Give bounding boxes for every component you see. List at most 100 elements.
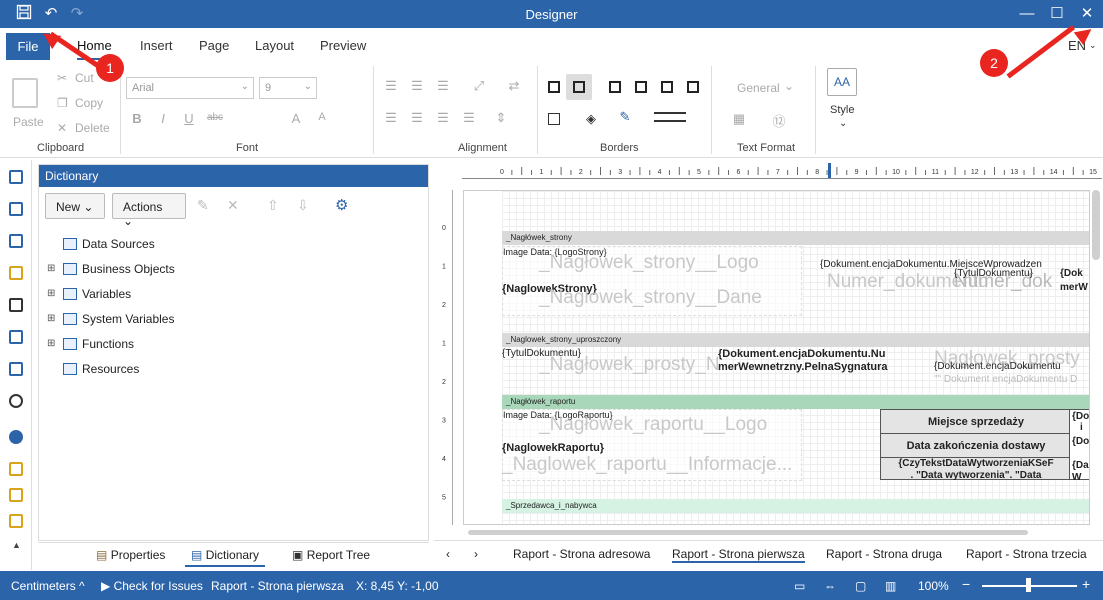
fill-color-icon[interactable]: ◈ [582, 111, 600, 127]
table-column[interactable]: {Do i {Do {Da W [1069, 409, 1089, 483]
align-center-icon[interactable]: ☰ [408, 110, 426, 126]
border-none-icon[interactable] [548, 113, 560, 125]
map-icon[interactable] [9, 430, 23, 444]
check-issues-button[interactable]: ▶ Check for Issues [101, 579, 203, 593]
border-outside-icon[interactable] [573, 81, 585, 93]
settings-gear-icon[interactable]: ⚙ [335, 196, 348, 214]
expand-icon[interactable]: ⊞ [47, 263, 55, 274]
align-justify-icon[interactable]: ☰ [460, 110, 478, 126]
multi-page-icon[interactable]: ▥ [885, 579, 896, 593]
grow-font-button[interactable]: A [287, 111, 305, 126]
tree-item[interactable]: System Variables [82, 312, 174, 326]
close-icon[interactable]: ✕ [1077, 4, 1097, 24]
zoom-slider-thumb[interactable] [1026, 578, 1031, 592]
barcode-icon[interactable] [9, 298, 23, 312]
report-header-text[interactable]: {NaglowekRaportu} [502, 442, 604, 454]
maximize-icon[interactable]: ☐ [1047, 4, 1067, 24]
tab-dictionary[interactable]: ▤ Dictionary [185, 545, 266, 567]
cut-icon[interactable]: ✂ [57, 71, 67, 85]
units-selector[interactable]: Centimeters ^ [11, 579, 85, 593]
copy-icon[interactable]: ❐ [57, 96, 68, 110]
bold-button[interactable]: B [128, 111, 146, 126]
document-field[interactable]: "" Dokument encjaDokumentu D [934, 374, 1077, 385]
actions-button[interactable]: Actions ⌄ [112, 193, 186, 228]
border-color-icon[interactable]: ✎ [616, 109, 634, 125]
number-format-icon[interactable]: ⑫ [770, 111, 788, 130]
toolbox-icon[interactable] [9, 330, 23, 344]
zoom-in-button[interactable]: + [1082, 576, 1090, 592]
prev-page-icon[interactable]: ‹ [446, 547, 450, 561]
toolbox-icon[interactable] [9, 462, 23, 476]
band-simple-header[interactable]: _Naglowek_strony_uproszczony [502, 333, 1089, 347]
tab-page[interactable]: Page [199, 38, 229, 53]
chevron-down-icon[interactable]: ⌄ [1089, 40, 1097, 51]
align-left-icon[interactable]: ☰ [382, 110, 400, 126]
tab-layout[interactable]: Layout [255, 38, 294, 53]
text-rotation-icon[interactable]: ⤢ [470, 78, 488, 94]
edit-icon[interactable]: ✎ [197, 197, 209, 214]
document-number-field[interactable]: merWewnetrzny.PelnaSygnatura [718, 361, 888, 373]
toolbox-icon[interactable] [9, 234, 23, 248]
toolbox-icon[interactable] [9, 170, 23, 184]
tab-page-address[interactable]: Raport - Strona adresowa [513, 547, 650, 561]
tab-page-third[interactable]: Raport - Strona trzecia [966, 547, 1087, 561]
format-select[interactable]: General [737, 81, 780, 95]
tree-item[interactable]: Variables [82, 287, 131, 301]
chevron-down-icon[interactable]: ⌄ [784, 79, 794, 93]
align-right-icon[interactable]: ☰ [434, 110, 452, 126]
word-wrap-icon[interactable]: ⇄ [505, 78, 523, 94]
band-report-header[interactable]: _Nagłówek_raportu [502, 395, 1089, 409]
tree-item[interactable]: Resources [82, 362, 139, 376]
shrink-font-button[interactable]: A [313, 111, 331, 123]
next-page-icon[interactable]: › [474, 547, 478, 561]
report-canvas[interactable]: _Nagłówek_strony Image Data: {LogoStrony… [463, 190, 1090, 525]
tab-properties[interactable]: ▤ Properties [90, 545, 171, 567]
border-style-icon[interactable] [654, 112, 686, 122]
chevron-down-icon[interactable]: ⌄ [839, 118, 847, 129]
tab-insert[interactable]: Insert [140, 38, 173, 53]
delete-icon[interactable]: ✕ [227, 197, 239, 214]
font-family-select[interactable]: Arial ⌄ [126, 77, 254, 99]
new-button[interactable]: New ⌄ [45, 193, 105, 219]
toolbox-icon[interactable] [9, 488, 23, 502]
toolbox-icon[interactable] [9, 266, 23, 280]
band-header[interactable]: _Nagłówek_strony [502, 231, 1089, 245]
align-top-left-icon[interactable]: ☰ [382, 78, 400, 94]
border-all-icon[interactable] [548, 81, 560, 93]
border-right-icon[interactable] [661, 81, 673, 93]
document-number-field[interactable]: {Dokument.encjaDokumentu.Nu [718, 348, 885, 360]
chart-icon[interactable] [9, 362, 23, 376]
tab-home[interactable]: Home [77, 38, 112, 53]
expand-icon[interactable]: ⊞ [47, 288, 55, 299]
vertical-scrollbar[interactable] [1092, 190, 1100, 260]
tree-item[interactable]: Functions [82, 337, 134, 351]
tab-page-first[interactable]: Raport - Strona pierwsza [672, 547, 805, 563]
align-top-right-icon[interactable]: ☰ [434, 78, 452, 94]
italic-button[interactable]: I [154, 111, 172, 126]
band-seller-buyer[interactable]: _Sprzedawca_i_nabywca [502, 499, 1089, 513]
horizontal-scrollbar[interactable] [468, 530, 1028, 535]
gauge-icon[interactable] [9, 394, 23, 408]
tab-preview[interactable]: Preview [320, 38, 366, 53]
document-field[interactable]: {Dok [1060, 268, 1083, 279]
tab-page-second[interactable]: Raport - Strona druga [826, 547, 942, 561]
underline-button[interactable]: U [180, 111, 198, 126]
format-icon[interactable]: ▦ [730, 111, 748, 127]
border-top-icon[interactable] [609, 81, 621, 93]
info-table[interactable]: Miejsce sprzedaży Data zakończenia dosta… [880, 409, 1071, 481]
move-up-icon[interactable]: ⇧ [267, 197, 279, 214]
page-width-icon[interactable]: ⇔ [824, 579, 836, 593]
tab-report-tree[interactable]: ▣ Report Tree [286, 545, 376, 567]
delete-button[interactable]: Delete [75, 121, 110, 135]
toolbox-icon[interactable] [9, 202, 23, 216]
align-top-center-icon[interactable]: ☰ [408, 78, 426, 94]
cut-button[interactable]: Cut [75, 71, 94, 85]
expand-icon[interactable]: ⊞ [47, 338, 55, 349]
paste-button[interactable]: Paste [13, 115, 44, 129]
whole-page-icon[interactable]: ▢ [855, 579, 866, 593]
expand-icon[interactable]: ⊞ [47, 313, 55, 324]
copy-button[interactable]: Copy [75, 96, 103, 110]
minimize-icon[interactable]: — [1017, 4, 1037, 24]
paste-icon[interactable] [12, 78, 38, 108]
document-field[interactable]: {Dokument.encjaDokumentu [934, 361, 1061, 372]
